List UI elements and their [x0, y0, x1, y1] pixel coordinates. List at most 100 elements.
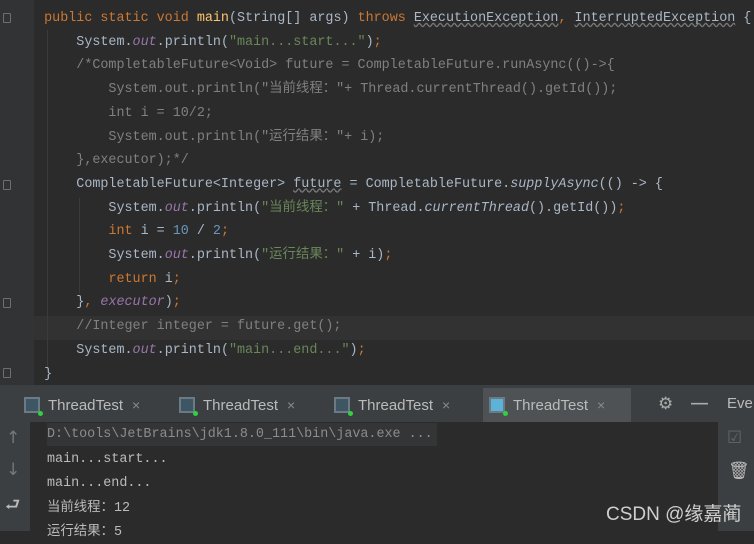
code-token: 2 [212, 224, 221, 240]
code-token: ; [220, 224, 230, 240]
code-token: ; [357, 342, 366, 358]
code-token: = CompletableFuture. [341, 176, 511, 192]
close-icon[interactable]: × [287, 397, 295, 413]
code-editor[interactable]: public static void main(String[] args) t… [0, 0, 754, 385]
console-left-toolbar: ↑ ↓ ⮐ [0, 422, 30, 531]
code-line: System.out.println("main...end..."); [12, 339, 366, 363]
code-line: },executor);*/ [12, 149, 189, 173]
run-tab[interactable]: ThreadTest × [173, 388, 321, 422]
console-line: main...end... [47, 476, 152, 491]
console-line: main...start... [47, 451, 168, 467]
code-line: System.out.println("当前线程：" + Thread.curr… [12, 197, 625, 221]
code-token: throws [357, 11, 414, 26]
hide-icon[interactable]: — [691, 393, 708, 413]
code-token: .println( [156, 34, 229, 50]
code-token: currentThread [424, 200, 529, 216]
code-line: System.out.println("运行结果："+ i); [12, 126, 384, 150]
code-line: return i; [12, 268, 181, 292]
checkbox-icon[interactable]: ☑ [727, 428, 742, 448]
code-token: out [164, 200, 189, 216]
close-icon[interactable]: × [132, 397, 140, 413]
code-token: + Thread. [344, 200, 425, 216]
code-token: ; [172, 271, 181, 287]
arrow-up-icon[interactable]: ↑ [6, 428, 20, 448]
trash-icon[interactable]: 🗑 [728, 461, 750, 481]
code-token: "main...end..." [228, 342, 350, 358]
code-token: + i) [344, 248, 385, 263]
run-tab[interactable]: ThreadTest × [483, 388, 631, 422]
code-token: int i = 10/2; [12, 105, 213, 121]
code-token: System. [12, 200, 165, 216]
run-tab[interactable]: ThreadTest × [328, 388, 476, 422]
code-token: "当前线程：" [261, 200, 345, 216]
code-token: main [196, 11, 229, 26]
code-token: System. [12, 342, 133, 358]
code-token: ) [365, 34, 374, 50]
soft-wrap-icon[interactable]: ⮐ [5, 492, 20, 521]
code-token: i [156, 271, 173, 287]
code-token: ; [617, 200, 626, 216]
code-token: InterruptedException [574, 11, 736, 26]
code-token: return [108, 271, 157, 287]
code-token: ().getId()) [528, 200, 618, 216]
code-token: ; [172, 295, 181, 311]
event-log-tab[interactable]: Eve [727, 395, 753, 412]
code-line: //Integer integer = future.get(); [12, 315, 341, 339]
code-token: "main...start..." [228, 34, 366, 50]
code-line: } [12, 363, 52, 387]
code-line: System.out.println("当前线程："+ Thread.curre… [12, 78, 617, 102]
run-tab[interactable]: ThreadTest × [18, 388, 166, 422]
code-token: out [164, 248, 189, 263]
console-line: 当前线程：12 [47, 500, 131, 516]
code-token: System.out.println("运行结果："+ i); [12, 129, 385, 145]
run-tab-label: ThreadTest [358, 396, 434, 414]
code-token: System. [12, 34, 133, 50]
code-token: out [132, 342, 157, 358]
code-line: }, executor); [12, 291, 181, 315]
code-token: },executor);*/ [12, 153, 189, 169]
watermark: CSDN @缘嘉蔺 [606, 504, 742, 525]
code-token: .println( [156, 342, 229, 358]
gear-icon[interactable]: ⚙ [658, 394, 673, 414]
code-line: /*CompletableFuture<Void> future = Compl… [12, 54, 615, 78]
run-config-icon [24, 397, 43, 416]
code-line: public static void main(String[] args) t… [12, 7, 751, 31]
code-token: , [558, 11, 575, 26]
code-line: int i = 10 / 2; [12, 220, 229, 244]
code-token: ExecutionException [413, 11, 559, 26]
code-token: .println( [188, 248, 262, 263]
code-line: CompletableFuture<Integer> future = Comp… [12, 173, 663, 197]
code-token: /*CompletableFuture<Void> future = Compl… [12, 58, 615, 74]
code-token: ) [164, 295, 173, 311]
fold-marker-icon[interactable] [3, 368, 11, 378]
fold-marker-icon[interactable] [3, 13, 11, 23]
code-token: int [108, 224, 133, 240]
code-token: ; [384, 248, 393, 263]
code-token: (() -> { [598, 176, 663, 192]
close-icon[interactable]: × [597, 397, 605, 413]
code-token: CompletableFuture<Integer> [12, 176, 294, 192]
run-tab-label: ThreadTest [48, 396, 124, 414]
code-token: , [84, 295, 101, 311]
code-token: System.out.println("当前线程："+ Thread.curre… [12, 82, 618, 98]
code-line: System.out.println("运行结果：" + i); [12, 244, 392, 268]
code-token: future [293, 176, 342, 192]
code-token: System. [12, 248, 165, 263]
fold-marker-icon[interactable] [3, 298, 11, 308]
close-icon[interactable]: × [442, 397, 450, 413]
code-token: { [735, 11, 752, 26]
console-command-line: D:\tools\JetBrains\jdk1.8.0_111\bin\java… [47, 423, 437, 446]
run-config-icon [334, 397, 353, 416]
code-token: "运行结果：" [261, 248, 345, 263]
code-token: } [12, 366, 53, 382]
arrow-down-icon[interactable]: ↓ [6, 460, 20, 480]
fold-marker-icon[interactable] [3, 180, 11, 190]
code-token: ; [373, 34, 382, 50]
code-token: i = [132, 224, 173, 240]
run-config-icon [179, 397, 198, 416]
code-token: executor [100, 295, 165, 311]
code-token: public static void [12, 11, 197, 26]
console-line: 运行结果：5 [47, 525, 122, 540]
